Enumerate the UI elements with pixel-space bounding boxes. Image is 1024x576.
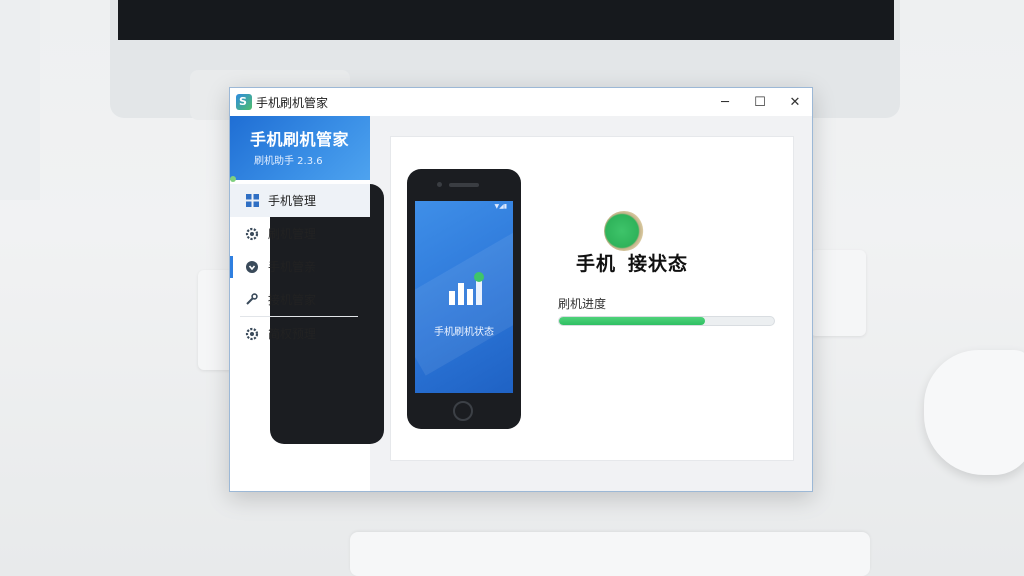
- app-logo-icon: S: [236, 94, 252, 110]
- phone-screen-caption: 手机刷机状态: [434, 327, 494, 338]
- sidebar-item-flash-management[interactable]: 刷机管理: [230, 217, 370, 250]
- close-button[interactable]: ✕: [781, 92, 809, 112]
- brand-subtitle-text: 刷机助手 2.3.6: [254, 156, 323, 167]
- settings-icon: [244, 326, 260, 342]
- progress-fill: [559, 317, 706, 325]
- background-keyboard-bottom: [350, 532, 870, 576]
- sidebar-nav: 手机管理 刷机管理 手机管亲 接机管家 简权预理: [230, 184, 370, 350]
- progress-label: 刷机进度: [558, 297, 607, 311]
- main-panel: ▼◢▮ 手机刷机状态 手机 接状态 刷机进度: [390, 136, 794, 461]
- signal-battery-icon: ▼◢▮: [494, 203, 507, 210]
- brand-title: 手机刷机管家: [250, 130, 350, 149]
- grid-icon: [244, 193, 260, 209]
- background-panel: [0, 0, 40, 200]
- shield-icon: [244, 259, 260, 275]
- phone-illustration: ▼◢▮ 手机刷机状态: [407, 169, 521, 429]
- background-monitor-screen: [118, 0, 894, 40]
- sidebar-item-label: 手机管理: [268, 194, 317, 208]
- app-window: S 手机刷机管家 ─ ☐ ✕ 手机刷机管家 ✆刷机助手 2.3.6 手机管理: [229, 87, 813, 492]
- window-title: 手机刷机管家: [256, 96, 329, 110]
- phone-speaker: [449, 183, 479, 187]
- phone-camera: [437, 182, 442, 187]
- background-mouse: [924, 350, 1024, 475]
- status-indicator-icon: [604, 211, 644, 251]
- status-text-part1: 手机: [576, 253, 617, 275]
- sidebar-item-label: 手机管亲: [268, 260, 317, 274]
- sidebar-item-phone-care[interactable]: 手机管亲: [230, 250, 370, 283]
- flash-progress-bar: [558, 316, 775, 326]
- status-text-part2: 接状态: [628, 253, 689, 275]
- brand-header: 手机刷机管家 ✆刷机助手 2.3.6: [230, 116, 384, 444]
- minimize-button[interactable]: ─: [711, 92, 739, 112]
- chart-logo-icon: [449, 272, 484, 305]
- brand-subtitle: ✆刷机助手 2.3.6: [254, 152, 384, 444]
- sidebar-item-label: 简权预理: [268, 327, 317, 341]
- sidebar-item-phone-management[interactable]: 手机管理: [230, 184, 370, 217]
- connection-status-text: 手机 接状态: [576, 249, 688, 276]
- phone-home-button: [453, 401, 473, 421]
- sidebar-item-connect-manager[interactable]: 接机管家: [230, 283, 370, 316]
- background-keyboard-right: [810, 250, 866, 336]
- phone-screen: ▼◢▮ 手机刷机状态: [415, 201, 513, 393]
- title-bar[interactable]: S 手机刷机管家 ─ ☐ ✕: [230, 88, 812, 116]
- connection-status: 手机 接状态: [576, 211, 706, 281]
- gear-icon: [244, 226, 260, 242]
- brand-accent-dot: [230, 176, 236, 182]
- wrench-icon: [244, 292, 260, 308]
- phone-status-bar: ▼◢▮: [419, 203, 509, 211]
- sidebar-item-label: 刷机管理: [268, 227, 317, 241]
- sidebar-item-label: 接机管家: [268, 293, 317, 307]
- sidebar: 手机刷机管家 ✆刷机助手 2.3.6 手机管理 刷机管理: [230, 116, 384, 491]
- maximize-button[interactable]: ☐: [746, 92, 774, 112]
- sidebar-item-permission-settings[interactable]: 简权预理: [230, 317, 370, 350]
